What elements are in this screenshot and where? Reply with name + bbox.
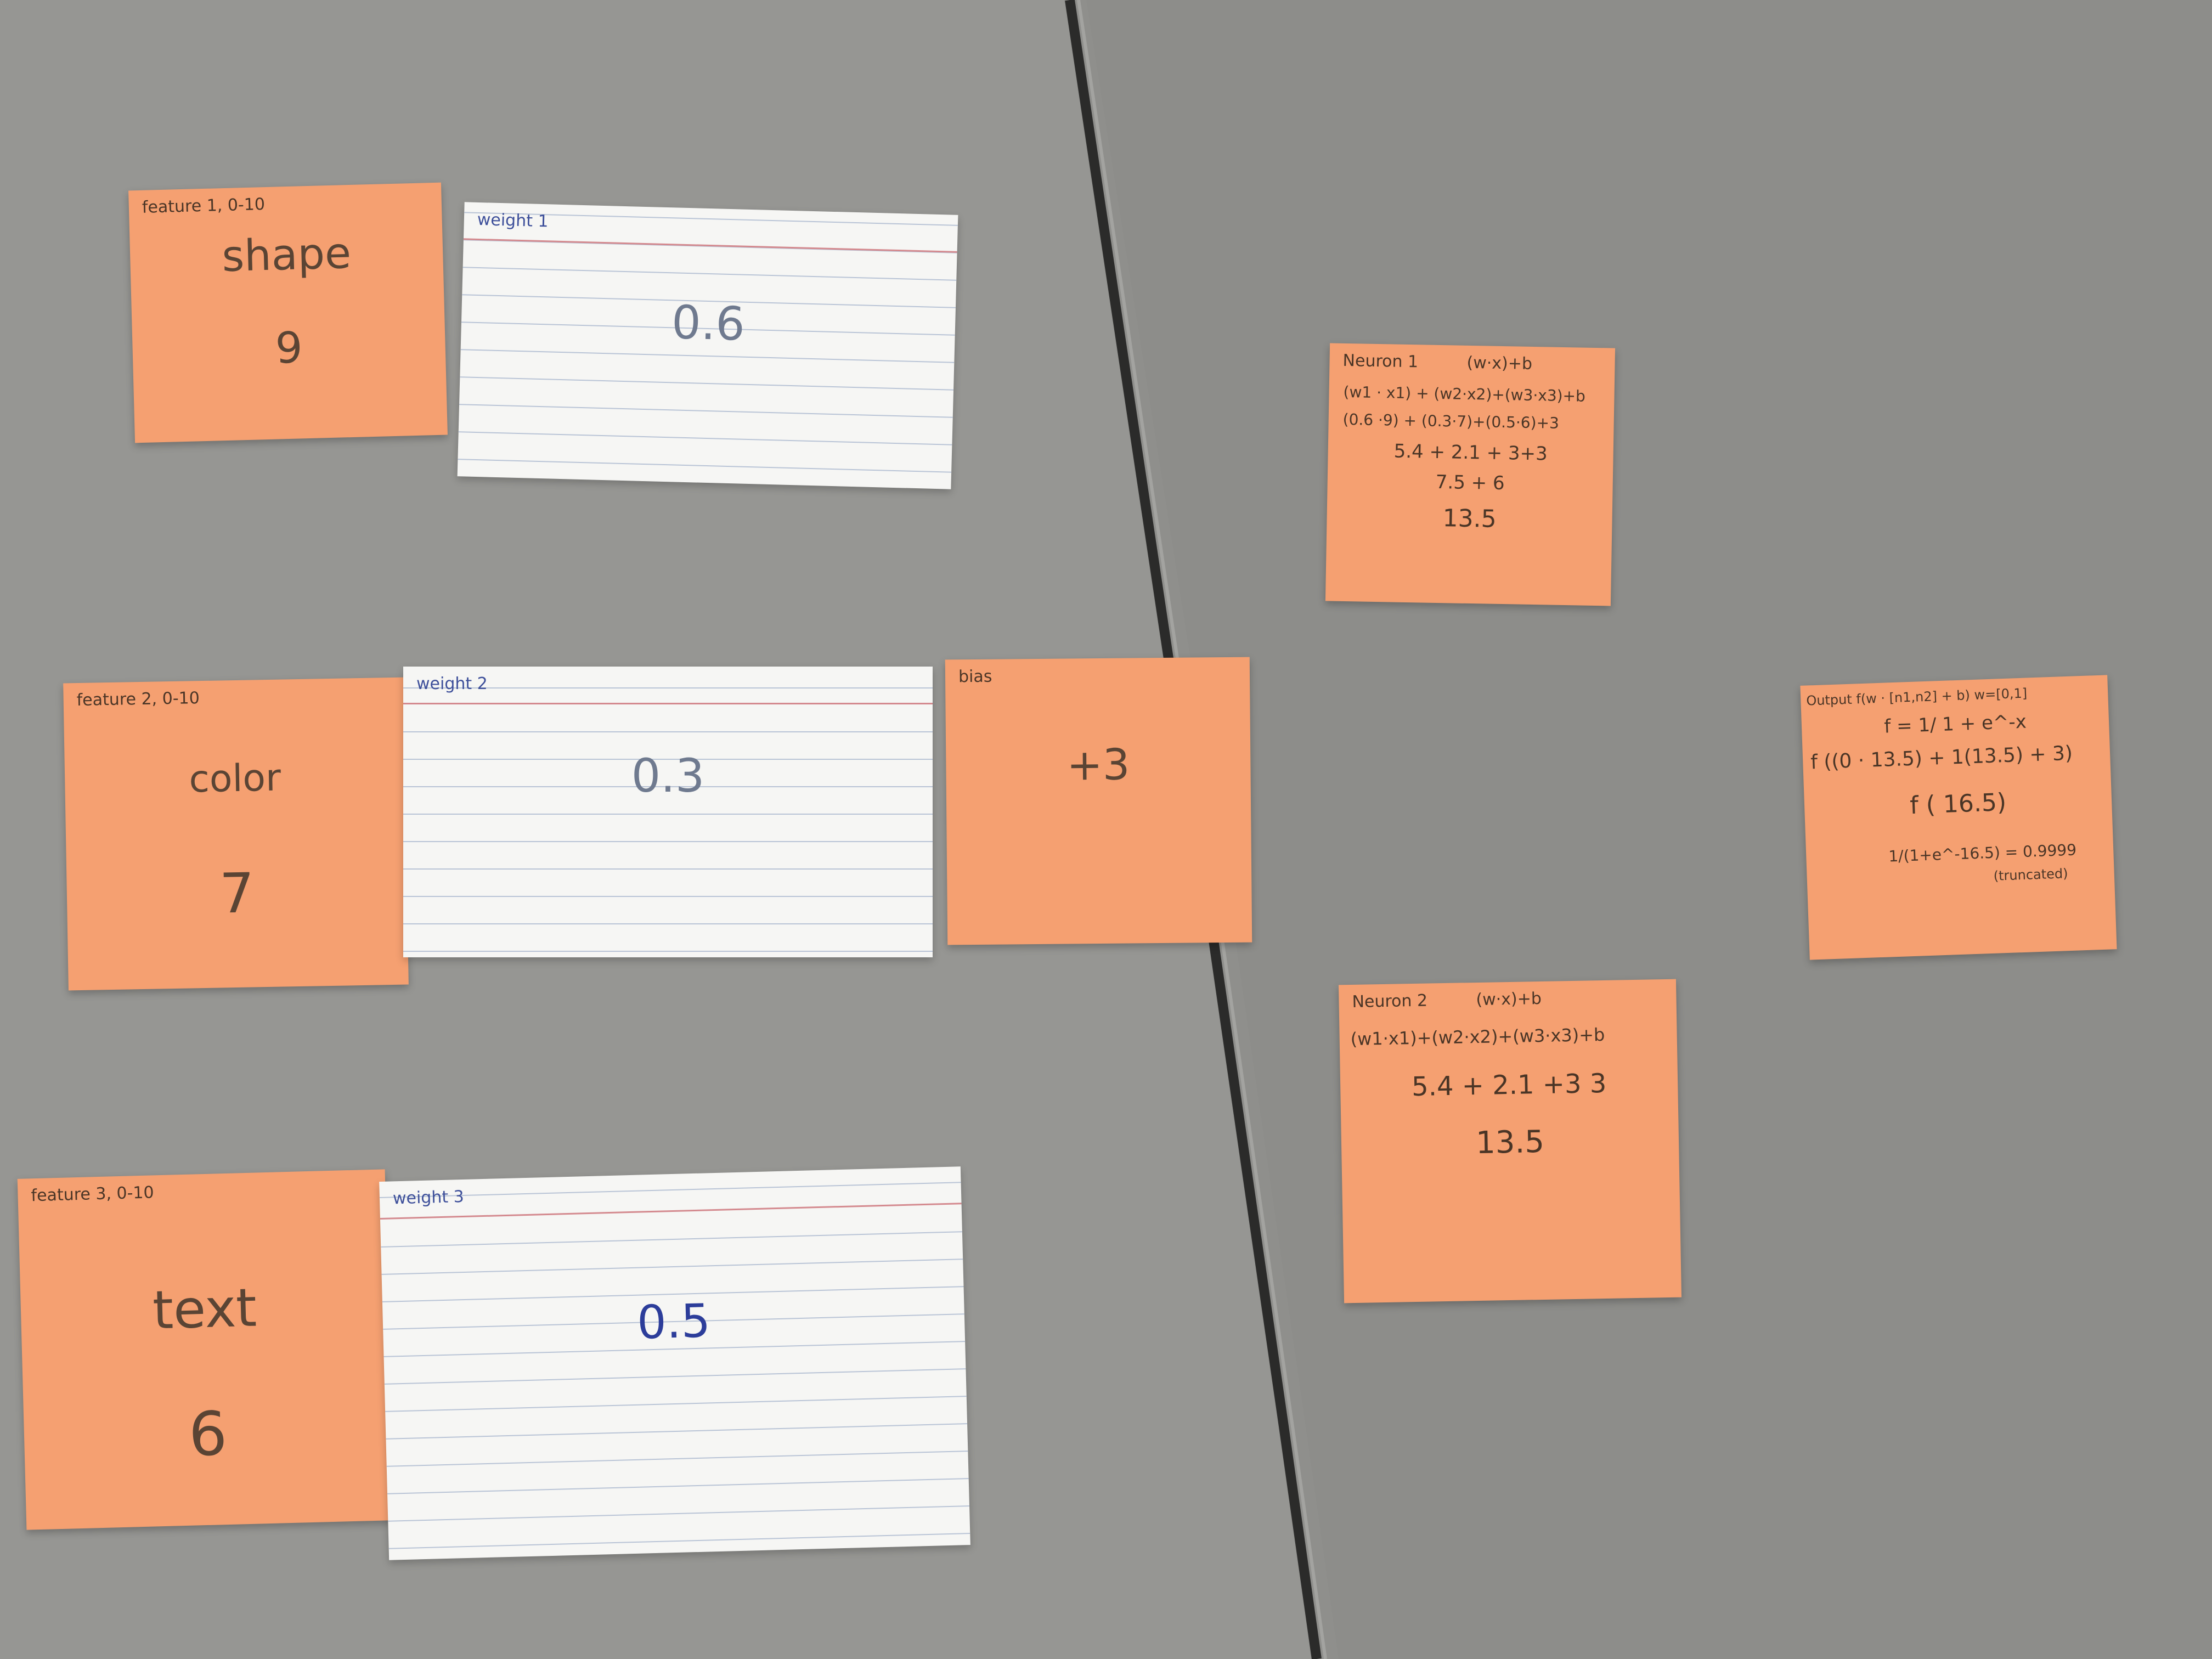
feature-3-value: 6 [188, 1398, 228, 1470]
neuron-1-title: Neuron 1 [1342, 351, 1419, 372]
neuron-1-line-4: 7.5 + 6 [1435, 471, 1505, 495]
output-line-3: f ( 16.5) [1909, 788, 2007, 820]
output-title: Output f(w · [n1,n2] + b) w=[0,1] [1805, 685, 2028, 709]
feature-3-name: text [151, 1277, 258, 1341]
feature-2-name: color [188, 756, 281, 802]
neuron-1-line-3: 5.4 + 2.1 + 3+3 [1393, 440, 1548, 465]
feature-1-note: feature 1, 0-10 shape 9 [128, 182, 448, 443]
feature-1-value: 9 [274, 323, 303, 374]
bias-label: bias [958, 667, 992, 687]
neuron-1-line-2: (0.6 ·9) + (0.3·7)+(0.5·6)+3 [1342, 410, 1560, 432]
weight-2-card: weight 2 0.3 [403, 667, 933, 957]
neuron-1-formula: (w·x)+b [1466, 353, 1533, 374]
output-line-5: (truncated) [1993, 866, 2068, 884]
weight-1-label: weight 1 [477, 210, 549, 232]
neuron-2-formula: (w·x)+b [1476, 989, 1542, 1010]
weight-1-value: 0.6 [671, 295, 746, 351]
neuron-1-line-1: (w1 · x1) + (w2·x2)+(w3·x3)+b [1343, 382, 1586, 405]
feature-1-name: shape [221, 228, 352, 282]
neuron-1-note: Neuron 1 (w·x)+b (w1 · x1) + (w2·x2)+(w3… [1325, 343, 1616, 606]
feature-1-label: feature 1, 0-10 [142, 195, 266, 217]
bias-note: bias +3 [945, 657, 1252, 945]
feature-2-label: feature 2, 0-10 [76, 689, 200, 710]
neuron-1-line-5: 13.5 [1442, 504, 1497, 533]
output-note: Output f(w · [n1,n2] + b) w=[0,1] f = 1/… [1800, 675, 2117, 960]
weight-3-label: weight 3 [392, 1187, 465, 1209]
weight-3-value: 0.5 [636, 1294, 712, 1350]
weight-3-card: weight 3 0.5 [379, 1166, 970, 1560]
feature-3-note: feature 3, 0-10 text 6 [17, 1169, 394, 1530]
photo-scene: feature 1, 0-10 shape 9 weight 1 0.6 Neu… [0, 0, 2212, 1659]
neuron-2-title: Neuron 2 [1352, 991, 1428, 1012]
neuron-2-line-2: 5.4 + 2.1 +3 3 [1411, 1068, 1607, 1103]
neuron-2-line-3: 13.5 [1475, 1124, 1545, 1161]
output-line-4: 1/(1+e^-16.5) = 0.9999 [1888, 840, 2077, 866]
output-line-2: f ((0 · 13.5) + 1(13.5) + 3) [1810, 742, 2073, 774]
feature-2-note: feature 2, 0-10 color 7 [63, 677, 409, 991]
feature-2-value: 7 [219, 861, 255, 926]
weight-2-label: weight 2 [416, 674, 488, 693]
bias-value: +3 [1066, 740, 1130, 791]
output-line-1: f = 1/ 1 + e^-x [1883, 710, 2027, 738]
weight-2-value: 0.3 [631, 749, 705, 803]
neuron-2-line-1: (w1·x1)+(w2·x2)+(w3·x3)+b [1350, 1024, 1605, 1050]
neuron-2-note: Neuron 2 (w·x)+b (w1·x1)+(w2·x2)+(w3·x3)… [1338, 979, 1682, 1304]
weight-1-card: weight 1 0.6 [457, 202, 958, 489]
feature-3-label: feature 3, 0-10 [31, 1183, 155, 1206]
